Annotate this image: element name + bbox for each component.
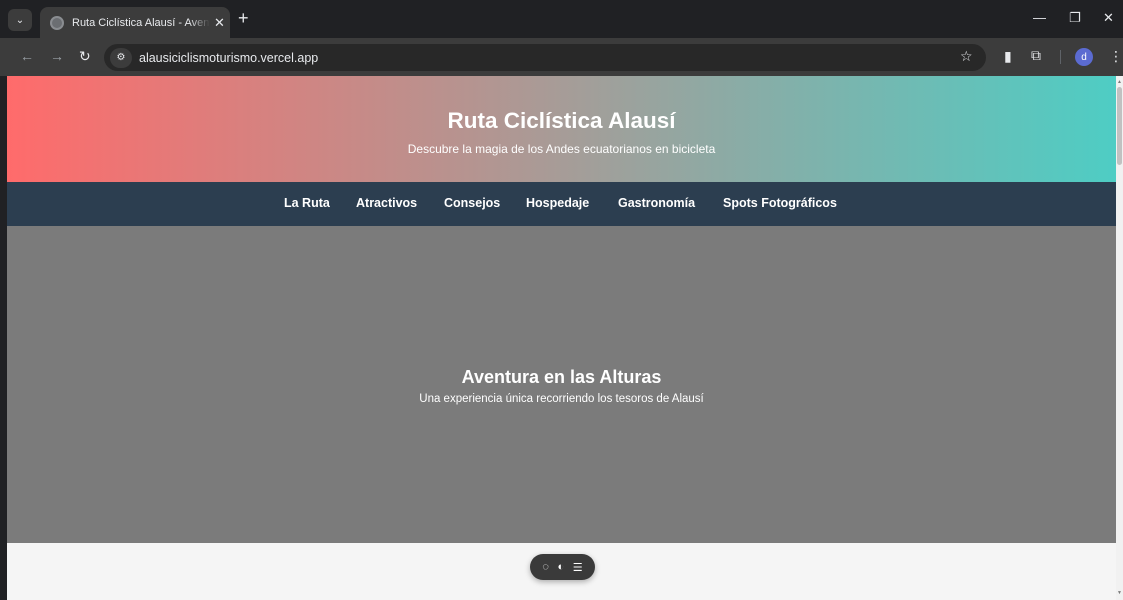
- favicon-icon: [50, 15, 64, 30]
- toolbar-divider: [1060, 50, 1061, 64]
- site-title: Ruta Ciclística Alausí: [447, 108, 676, 133]
- tab-title: Ruta Ciclística Alausí - Aventura: [72, 16, 210, 29]
- reading-list-icon[interactable]: ▮: [1004, 48, 1012, 65]
- address-bar[interactable]: ⚙ alausiciclismoturismo.vercel.app: [104, 44, 986, 71]
- nav-item-spots-fotograficos[interactable]: Spots Fotográficos: [723, 196, 837, 210]
- scroll-up-arrow-icon[interactable]: ▲: [1117, 79, 1122, 85]
- site-subtitle: Descubre la magia de los Andes ecuatoria…: [407, 142, 716, 156]
- page-viewport: Ruta Ciclística Alausí Descubre la magia…: [7, 76, 1116, 600]
- nav-item-hospedaje[interactable]: Hospedaje: [526, 196, 589, 210]
- minimize-icon[interactable]: —: [1033, 10, 1046, 25]
- nav-item-atractivos[interactable]: Atractivos: [356, 196, 417, 210]
- back-icon[interactable]: ←: [20, 48, 34, 64]
- list-icon[interactable]: ☰: [573, 561, 583, 574]
- reload-icon[interactable]: ↻: [79, 48, 91, 65]
- browser-tab-bar: ⌄ Ruta Ciclística Alausí - Aventura ✕ + …: [0, 0, 1123, 38]
- browser-tab[interactable]: Ruta Ciclística Alausí - Aventura ✕: [40, 7, 230, 38]
- scroll-down-arrow-icon[interactable]: ▼: [1117, 590, 1122, 596]
- banner-subtitle: Una experiencia única recorriendo los te…: [419, 393, 704, 405]
- nav-item-la-ruta[interactable]: La Ruta: [284, 196, 330, 210]
- hero-banner: Aventura en las Alturas Una experiencia …: [7, 226, 1116, 543]
- toggle-icon[interactable]: ◐: [558, 561, 565, 573]
- main-navigation: La Ruta Atractivos Consejos Hospedaje Ga…: [7, 182, 1116, 226]
- nav-item-gastronomia[interactable]: Gastronomía: [618, 196, 695, 210]
- tab-close-icon[interactable]: ✕: [214, 15, 225, 31]
- nav-item-consejos[interactable]: Consejos: [444, 196, 500, 210]
- menu-dots-icon[interactable]: ⋮: [1109, 48, 1123, 65]
- close-window-icon[interactable]: ✕: [1103, 10, 1114, 26]
- tab-search-menu-icon[interactable]: ⌄: [8, 9, 32, 31]
- scrollbar-thumb[interactable]: [1117, 87, 1122, 165]
- forward-icon[interactable]: →: [50, 48, 64, 64]
- floating-toolbar: ◌ ◐ ☰: [530, 554, 595, 580]
- profile-avatar[interactable]: d: [1075, 48, 1093, 66]
- site-info-icon[interactable]: ⚙: [110, 47, 132, 68]
- extensions-icon[interactable]: ⧉: [1031, 47, 1041, 64]
- new-tab-button[interactable]: +: [238, 8, 249, 29]
- banner-title: Aventura en las Alturas: [461, 367, 662, 387]
- site-header: Ruta Ciclística Alausí Descubre la magia…: [7, 76, 1116, 182]
- url-text[interactable]: alausiciclismoturismo.vercel.app: [139, 51, 318, 65]
- restore-icon[interactable]: ❐: [1069, 10, 1081, 26]
- star-icon[interactable]: ☆: [960, 48, 973, 65]
- chat-icon[interactable]: ◌: [542, 561, 549, 573]
